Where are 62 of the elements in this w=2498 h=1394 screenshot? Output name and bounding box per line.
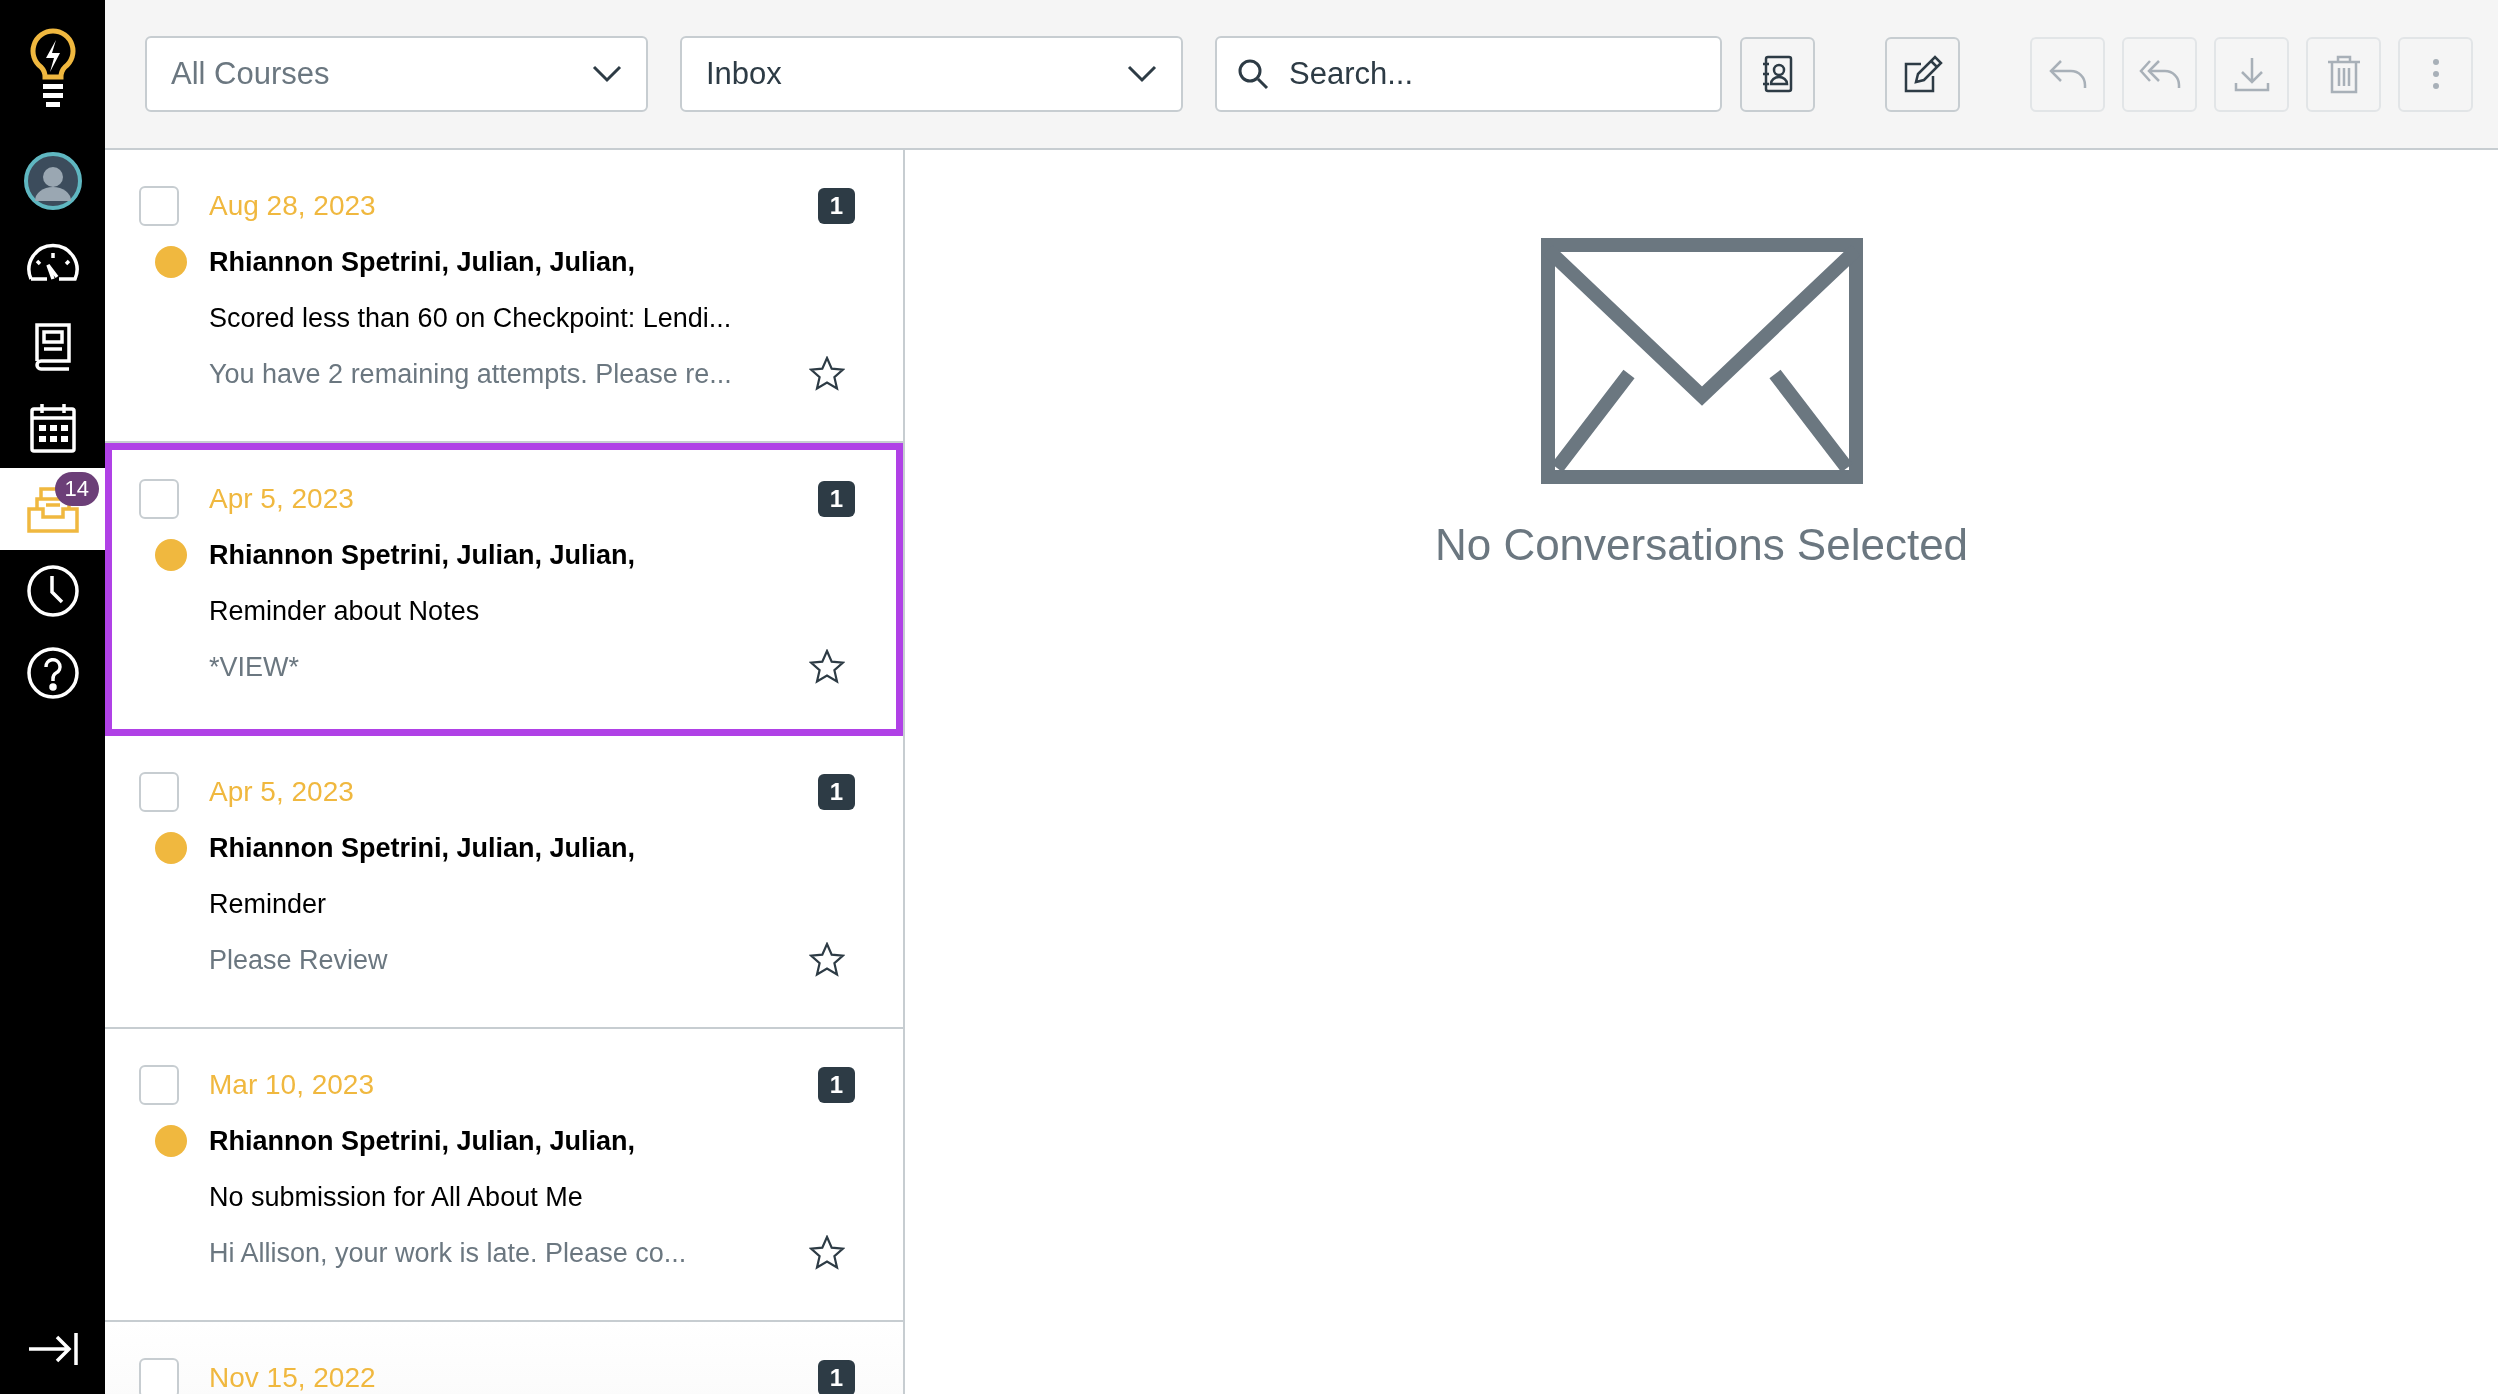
- unread-dot[interactable]: [155, 246, 187, 278]
- course-dropdown[interactable]: All Courses: [145, 36, 648, 112]
- checkbox[interactable]: [139, 1065, 179, 1105]
- conversation-date: Apr 5, 2023: [209, 483, 355, 515]
- address-book-button[interactable]: [1740, 36, 1815, 112]
- mailbox-dropdown[interactable]: Inbox: [680, 36, 1183, 112]
- star-icon[interactable]: [809, 1235, 845, 1271]
- compose-button[interactable]: [1885, 36, 1960, 112]
- checkbox[interactable]: [139, 772, 179, 812]
- calendar-icon[interactable]: [28, 401, 77, 453]
- unread-dot[interactable]: [155, 1125, 187, 1157]
- message-count-badge: 1: [817, 188, 855, 224]
- conversation-date: Aug 28, 2023: [209, 190, 377, 222]
- chevron-down-icon: [1127, 65, 1157, 83]
- chevron-down-icon: [592, 65, 622, 83]
- participants: Rhiannon Spetrini, Julian, Julian,: [209, 832, 637, 864]
- message-count-badge: 1: [817, 1067, 855, 1103]
- message-preview: *VIEW*: [209, 651, 301, 683]
- sidebar-item[interactable]: 14: [0, 468, 105, 550]
- unread-dot[interactable]: [155, 539, 187, 571]
- participants: Rhiannon Spetrini, Julian, Julian,: [209, 1125, 637, 1157]
- checkbox[interactable]: [139, 186, 179, 226]
- avatar-icon[interactable]: [22, 151, 83, 211]
- clock-icon[interactable]: [25, 564, 80, 618]
- conversation-item[interactable]: Apr 5, 2023 1 Rhiannon Spetrini, Julian, Julian, Reminder Please Review: [105, 736, 903, 1029]
- compose-icon: [1902, 54, 1943, 94]
- message-count-badge: 1: [817, 481, 855, 517]
- star-icon[interactable]: [809, 942, 845, 978]
- conversation-subject: Reminder: [209, 888, 328, 920]
- participants: Rhiannon Spetrini, Julian, Julian,: [209, 246, 637, 278]
- speedometer-icon[interactable]: [24, 243, 81, 283]
- message-preview: Hi Allison, your work is late. Please co...: [209, 1237, 688, 1269]
- conversation-subject: Reminder about Notes: [209, 595, 481, 627]
- conversation-date: Apr 5, 2023: [209, 776, 355, 808]
- conversation-subject: No submission for All About Me: [209, 1181, 584, 1213]
- unread-count-badge: 14: [54, 472, 99, 506]
- conversation-date: Nov 15, 2022: [209, 1362, 377, 1394]
- trash-icon: [2325, 54, 2362, 94]
- checkbox[interactable]: [139, 1358, 179, 1394]
- address-book-icon: [1761, 55, 1794, 93]
- message-preview: You have 2 remaining attempts. Please re...: [209, 358, 733, 390]
- participants: Rhiannon Spetrini, Julian, Julian,: [209, 539, 637, 571]
- reply-icon: [2047, 58, 2088, 90]
- search-field[interactable]: Search...: [1215, 36, 1722, 112]
- conversation-item[interactable]: Apr 5, 2023 1 Rhiannon Spetrini, Julian, Julian, Reminder about Notes *VIEW*: [105, 443, 903, 736]
- message-preview: Please Review: [209, 944, 389, 976]
- checkbox[interactable]: [139, 479, 179, 519]
- reply-all-icon: [2137, 58, 2182, 90]
- empty-state-message: No Conversations Selected: [1434, 520, 1969, 570]
- star-icon[interactable]: [809, 649, 845, 685]
- collapse-arrow-icon[interactable]: [26, 1331, 79, 1367]
- help-icon[interactable]: [25, 646, 80, 700]
- unread-dot[interactable]: [155, 832, 187, 864]
- conversation-subject: Scored less than 60 on Checkpoint: Lendi...: [209, 302, 733, 334]
- message-count-badge: 1: [817, 774, 855, 810]
- more-icon: [2431, 58, 2440, 90]
- envelope-icon: [1540, 238, 1863, 484]
- download-icon: [2232, 55, 2271, 93]
- conversation-date: Mar 10, 2023: [209, 1069, 375, 1101]
- star-icon[interactable]: [809, 356, 845, 392]
- conversation-item[interactable]: Aug 28, 2023 1 Rhiannon Spetrini, Julian, Julian, Scored less than 60 on Checkpoint: Lendi... You have 2 remaining attempts. Please re...: [105, 150, 903, 443]
- message-count-badge: 1: [817, 1360, 855, 1394]
